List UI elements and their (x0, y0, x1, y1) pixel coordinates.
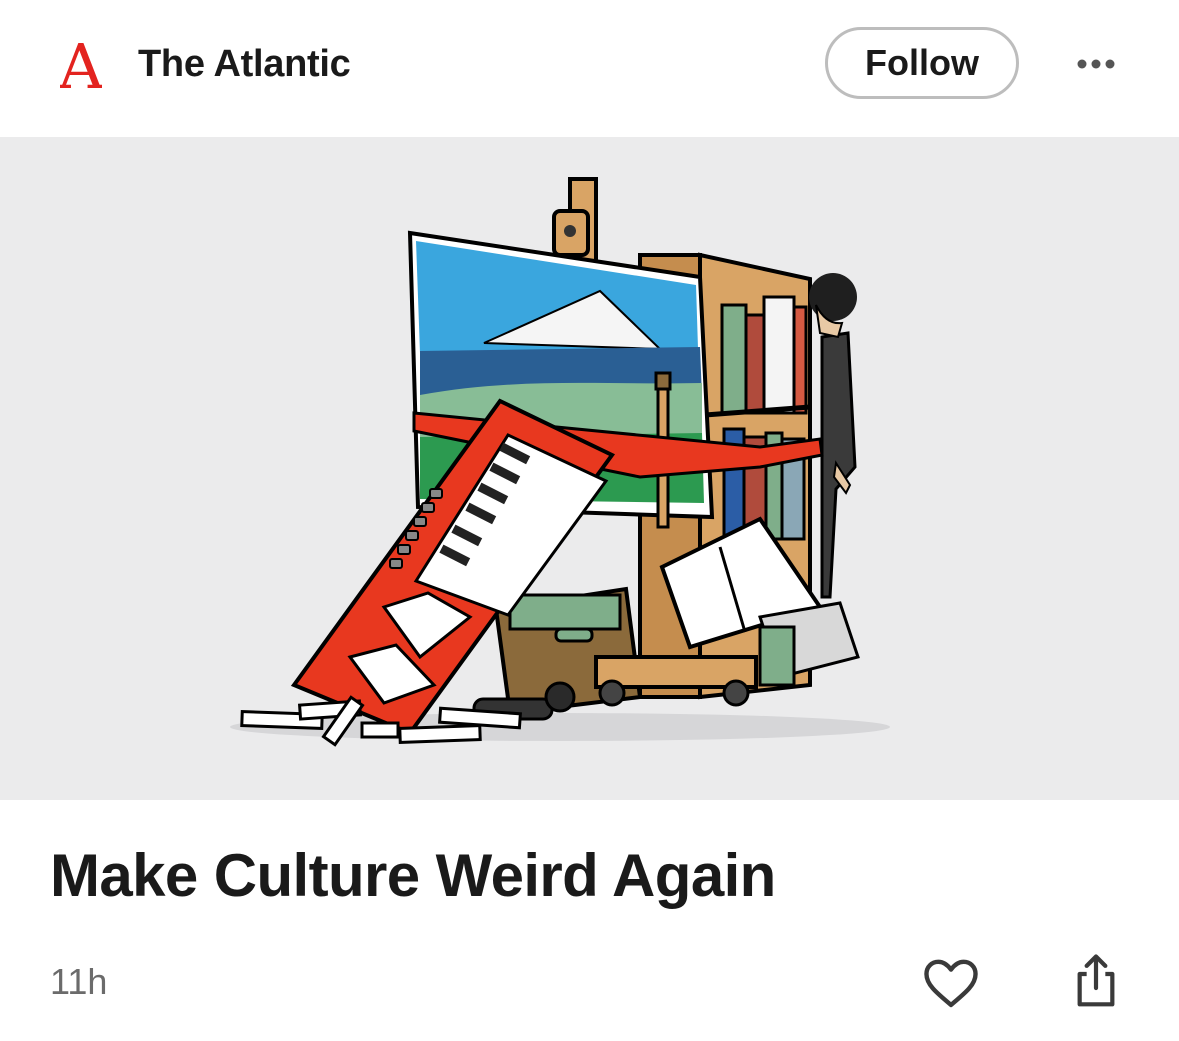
hero-image[interactable] (0, 137, 1179, 800)
follow-button[interactable]: Follow (825, 27, 1019, 99)
hero-illustration (230, 177, 890, 747)
share-icon (1077, 954, 1115, 1007)
atlantic-logo-icon[interactable]: A (60, 34, 102, 94)
share-button[interactable] (1068, 950, 1124, 1012)
heart-outline-icon (924, 959, 978, 1008)
svg-text:A: A (60, 34, 102, 94)
article-age: 11h (50, 961, 108, 1002)
article-title[interactable]: Make Culture Weird Again (50, 838, 776, 914)
like-button[interactable] (920, 952, 982, 1014)
publisher-name[interactable]: The Atlantic (138, 40, 351, 88)
publisher-header: A The Atlantic Follow (0, 0, 1179, 137)
more-horizontal-icon (1077, 59, 1115, 69)
more-options-button[interactable] (1068, 44, 1124, 84)
